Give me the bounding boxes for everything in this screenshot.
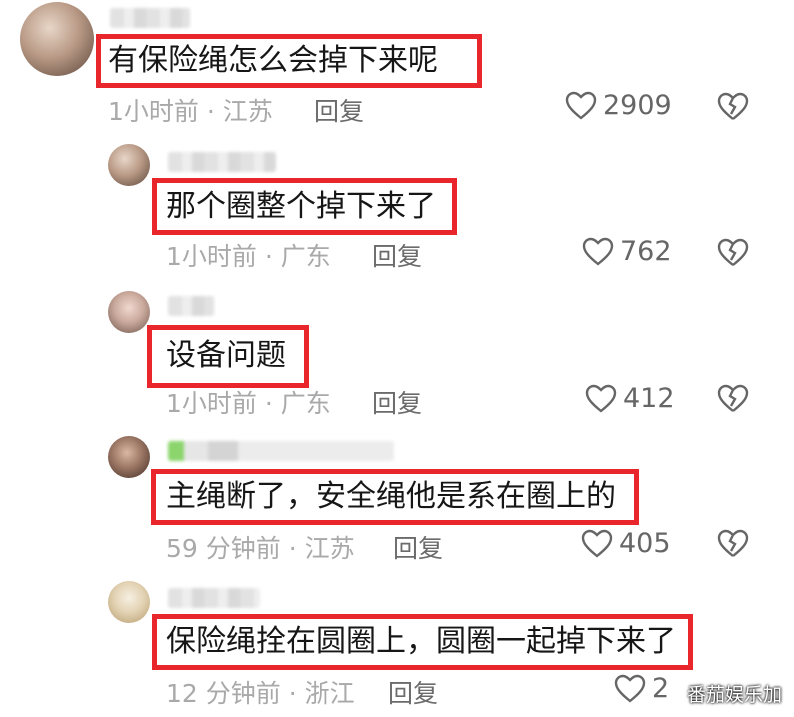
comment-time: 59 分钟前 (166, 534, 281, 563)
broken-heart-icon[interactable] (717, 238, 749, 268)
reply-button[interactable]: 回复 (372, 384, 422, 420)
heart-outline-icon (585, 384, 617, 413)
comment-text: 设备问题 (166, 338, 286, 373)
separator: · (264, 242, 273, 271)
heart-outline-icon (581, 529, 613, 558)
username-blurred[interactable] (168, 441, 394, 461)
separator: · (288, 534, 297, 563)
avatar[interactable] (108, 144, 150, 186)
reply-button[interactable]: 回复 (372, 237, 422, 273)
comment-text: 保险绳拴在圆圈上，圆圈一起掉下来了 (166, 624, 676, 659)
comment-location: 浙江 (304, 679, 355, 708)
comment-text: 主绳断了，安全绳他是系在圈上的 (166, 479, 616, 514)
reply-button[interactable]: 回复 (388, 674, 438, 710)
username-blurred[interactable] (168, 152, 276, 172)
separator: · (264, 389, 273, 418)
like-count: 412 (623, 383, 675, 414)
comment-meta: 59 分钟前 · 江苏 (166, 529, 355, 565)
username-blurred[interactable] (168, 296, 214, 316)
like-count: 762 (620, 236, 672, 267)
comment-location: 广东 (280, 242, 331, 271)
avatar[interactable] (108, 436, 150, 478)
like-button[interactable]: 762 (582, 236, 672, 267)
watermark: 番茄娱乐加 (686, 684, 782, 706)
separator: · (288, 679, 297, 708)
comment-meta: 1小时前 · 广东 (166, 384, 331, 420)
comment-item: 保险绳拴在圆圈上，圆圈一起掉下来了 12 分钟前 · 浙江 回复 2 (0, 0, 794, 708)
avatar[interactable] (108, 291, 150, 333)
like-count: 2 (652, 673, 670, 704)
avatar[interactable] (108, 581, 150, 623)
comment-location: 江苏 (304, 534, 355, 563)
heart-outline-icon (582, 237, 614, 266)
comment-meta: 1小时前 · 广东 (166, 237, 331, 273)
heart-outline-icon (614, 674, 646, 703)
reply-button[interactable]: 回复 (393, 529, 443, 565)
username-blurred[interactable] (168, 588, 260, 608)
like-button[interactable]: 2 (614, 673, 669, 704)
comment-time: 12 分钟前 (166, 679, 281, 708)
comment-location: 广东 (280, 389, 331, 418)
comment-time: 1小时前 (166, 389, 257, 418)
like-button[interactable]: 405 (581, 528, 671, 559)
comment-meta: 12 分钟前 · 浙江 (166, 674, 355, 710)
comment-text: 那个圈整个掉下来了 (166, 189, 436, 224)
like-button[interactable]: 412 (585, 383, 675, 414)
like-count: 405 (619, 528, 671, 559)
comment-time: 1小时前 (166, 242, 257, 271)
broken-heart-icon[interactable] (717, 384, 749, 414)
broken-heart-icon[interactable] (717, 529, 749, 559)
